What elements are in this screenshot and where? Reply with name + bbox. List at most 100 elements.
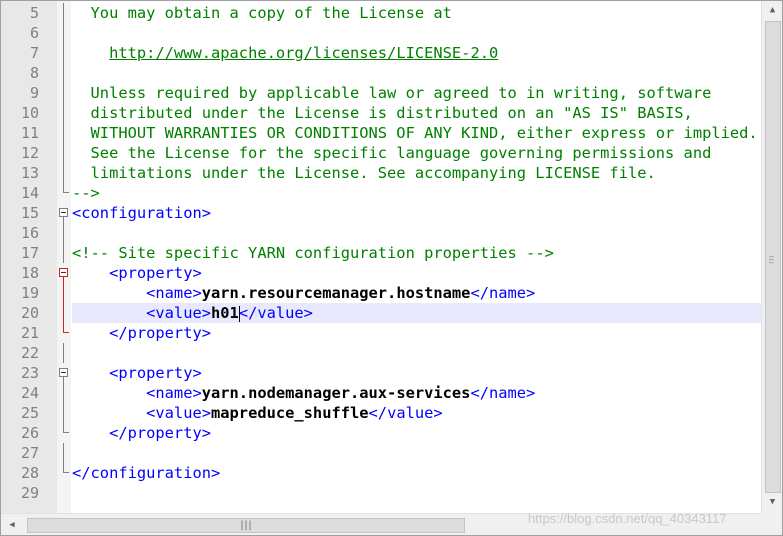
code-line-text[interactable]: http://www.apache.org/licenses/LICENSE-2…	[72, 43, 761, 63]
fold-collapse-icon[interactable]	[57, 363, 71, 383]
code-line-text[interactable]	[72, 483, 761, 503]
code-editor[interactable]: 5 You may obtain a copy of the License a…	[0, 0, 783, 536]
line-number: 13	[20, 164, 39, 182]
horizontal-scroll-thumb[interactable]: |||	[27, 518, 465, 533]
code-line[interactable]: 11 WITHOUT WARRANTIES OR CONDITIONS OF A…	[1, 123, 761, 143]
code-line[interactable]: 12 See the License for the specific lang…	[1, 143, 761, 163]
code-line[interactable]: 15 <configuration>	[1, 203, 761, 223]
fold-collapse-icon[interactable]	[57, 263, 71, 283]
license-link[interactable]: http://www.apache.org/licenses/LICENSE-2…	[109, 44, 498, 62]
line-number: 12	[20, 144, 39, 162]
code-line-text[interactable]: limitations under the License. See accom…	[72, 163, 761, 183]
code-line-text[interactable]: <value>h01</value>	[72, 303, 761, 323]
code-line-text[interactable]: </property>	[72, 423, 761, 443]
code-line-text[interactable]: See the License for the specific languag…	[72, 143, 761, 163]
code-line-text[interactable]: <property>	[72, 263, 761, 283]
fold-end-marker	[57, 323, 71, 343]
code-line-text[interactable]: You may obtain a copy of the License at	[72, 3, 761, 23]
watermark: https://blog.csdn.net/qq_40343117	[528, 511, 727, 526]
xml-comment: -->	[72, 184, 100, 202]
fold-guide	[57, 163, 71, 183]
code-line-text[interactable]: WITHOUT WARRANTIES OR CONDITIONS OF ANY …	[72, 123, 761, 143]
code-line[interactable]: 21 </property>	[1, 323, 761, 343]
grip-icon: |||	[239, 520, 253, 531]
line-number: 17	[20, 244, 39, 262]
xml-tag: <value>	[72, 304, 211, 322]
fold-guide	[57, 383, 71, 403]
code-line-text[interactable]	[72, 443, 761, 463]
line-number: 15	[20, 204, 39, 222]
code-line[interactable]: 10 distributed under the License is dist…	[1, 103, 761, 123]
code-line-text[interactable]	[72, 343, 761, 363]
xml-comment: See the License for the specific languag…	[72, 144, 712, 162]
code-line[interactable]: 14 -->	[1, 183, 761, 203]
fold-guide	[57, 243, 71, 263]
line-number: 5	[29, 4, 39, 22]
fold-guide	[57, 443, 71, 463]
code-line[interactable]: 25 <value>mapreduce_shuffle</value>	[1, 403, 761, 423]
code-line[interactable]: 7 http://www.apache.org/licenses/LICENSE…	[1, 43, 761, 63]
fold-guide	[57, 63, 71, 83]
code-line[interactable]: 6	[1, 23, 761, 43]
code-line[interactable]: 22	[1, 343, 761, 363]
code-line[interactable]: 8	[1, 63, 761, 83]
fold-guide	[57, 343, 71, 363]
scroll-down-arrow-icon[interactable]: ▼	[762, 493, 782, 511]
scroll-up-arrow-icon[interactable]: ▲	[762, 1, 782, 19]
code-line-text[interactable]	[72, 223, 761, 243]
code-line[interactable]: 19 <name>yarn.resourcemanager.hostname</…	[1, 283, 761, 303]
code-line-text[interactable]: <value>mapreduce_shuffle</value>	[72, 403, 761, 423]
code-line-text[interactable]: <configuration>	[72, 203, 761, 223]
code-line-text[interactable]: Unless required by applicable law or agr…	[72, 83, 761, 103]
code-line-text[interactable]	[72, 63, 761, 83]
code-line[interactable]: 28 </configuration>	[1, 463, 761, 483]
code-line[interactable]: 5 You may obtain a copy of the License a…	[1, 3, 761, 23]
code-line-text[interactable]: </configuration>	[72, 463, 761, 483]
code-line[interactable]: 27	[1, 443, 761, 463]
xml-tag: <property>	[72, 364, 202, 382]
line-number: 23	[20, 364, 39, 382]
code-line[interactable]: 13 limitations under the License. See ac…	[1, 163, 761, 183]
code-line-text[interactable]: <property>	[72, 363, 761, 383]
code-line[interactable]: 9 Unless required by applicable law or a…	[1, 83, 761, 103]
vertical-scrollbar[interactable]: ▲ — — — ▼	[761, 1, 782, 513]
code-line-text[interactable]	[72, 23, 761, 43]
code-line-text[interactable]: <!-- Site specific YARN configuration pr…	[72, 243, 761, 263]
code-line[interactable]: 18 <property>	[1, 263, 761, 283]
line-number: 11	[20, 124, 39, 142]
fold-guide	[57, 403, 71, 423]
code-line-text[interactable]: -->	[72, 183, 761, 203]
code-line-text[interactable]: <name>yarn.nodemanager.aux-services</nam…	[72, 383, 761, 403]
xml-tag: </property>	[72, 324, 211, 342]
line-number: 25	[20, 404, 39, 422]
xml-value: mapreduce_shuffle	[211, 404, 369, 422]
line-number: 26	[20, 424, 39, 442]
scrollbar-corner	[761, 513, 782, 535]
code-line[interactable]: 20 <value>h01</value>	[1, 303, 761, 323]
xml-tag: </configuration>	[72, 464, 221, 482]
code-line[interactable]: 23 <property>	[1, 363, 761, 383]
code-line[interactable]: 29	[1, 483, 761, 503]
line-number: 22	[20, 344, 39, 362]
vertical-scroll-thumb[interactable]: — — —	[765, 21, 781, 493]
xml-tag: <value>	[72, 404, 211, 422]
line-number: 21	[20, 324, 39, 342]
xml-value: yarn.nodemanager.aux-services	[201, 384, 471, 402]
code-line-text[interactable]: </property>	[72, 323, 761, 343]
code-line[interactable]: 24 <name>yarn.nodemanager.aux-services</…	[1, 383, 761, 403]
xml-tag: </value>	[238, 304, 313, 322]
fold-end-marker	[57, 463, 71, 483]
fold-collapse-icon[interactable]	[57, 203, 71, 223]
xml-tag: <name>	[72, 384, 202, 402]
code-line[interactable]: 26 </property>	[1, 423, 761, 443]
xml-comment: limitations under the License. See accom…	[72, 164, 656, 182]
code-line-text[interactable]: distributed under the License is distrib…	[72, 103, 761, 123]
line-number: 18	[20, 264, 39, 282]
code-line-text[interactable]: <name>yarn.resourcemanager.hostname</nam…	[72, 283, 761, 303]
code-area[interactable]: 5 You may obtain a copy of the License a…	[1, 3, 761, 513]
code-line[interactable]: 16	[1, 223, 761, 243]
scroll-left-arrow-icon[interactable]: ◀	[3, 514, 21, 535]
code-line[interactable]: 17 <!-- Site specific YARN configuration …	[1, 243, 761, 263]
line-number: 27	[20, 444, 39, 462]
fold-guide	[57, 3, 71, 23]
